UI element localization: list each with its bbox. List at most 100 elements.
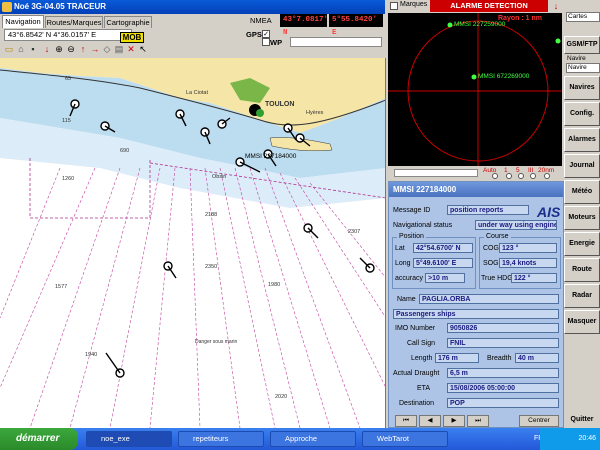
alarm-detection-banner: ALARME DETECTION — [430, 0, 548, 12]
tab-cartographie[interactable]: Cartographie — [104, 16, 152, 28]
app-icon — [2, 2, 12, 12]
first-target-button[interactable]: ⏮ — [395, 415, 417, 427]
hdg-label: True HDG — [481, 275, 513, 282]
tab-navigation[interactable]: Navigation — [2, 15, 44, 28]
next-target-button[interactable]: ▶ — [443, 415, 465, 427]
imo-label: IMO Number — [395, 325, 436, 332]
long-value: 5°49.6100' E — [413, 258, 473, 268]
lat-value: 42°54.6700' N — [413, 243, 473, 253]
prev-target-button[interactable]: ◀ — [419, 415, 441, 427]
depth-65: 65 — [65, 76, 71, 82]
nmea-latitude: 43°7.0817' N — [280, 14, 328, 37]
accuracy-value: >10 m — [425, 273, 465, 283]
taskbar: démarrer noe_exe repetiteurs Approche We… — [0, 428, 600, 450]
gps-label: GPS — [246, 30, 262, 39]
print-icon[interactable]: ▤ — [114, 44, 124, 54]
chart-map[interactable]: La Ciotat TOULON Hyères MMSI 227184000 O… — [0, 58, 386, 428]
system-tray: 20:46 — [540, 428, 600, 450]
long-label: Long — [395, 260, 411, 267]
radio-5nm[interactable] — [518, 173, 524, 179]
message-id-value: position reports — [447, 205, 529, 215]
message-id-label: Message ID — [393, 207, 431, 214]
task-repetiteurs[interactable]: repetiteurs — [178, 431, 264, 447]
eta-label: ETA — [417, 385, 431, 392]
radio-10nm[interactable] — [530, 173, 536, 179]
zoom-in-icon[interactable]: ⊕ — [54, 44, 64, 54]
draught-label: Actual Draught — [393, 370, 440, 377]
cog-label: COG — [483, 245, 499, 252]
journal-button[interactable]: Journal — [564, 154, 600, 178]
breadth-label: Breadth — [487, 355, 512, 362]
moteurs-button[interactable]: Moteurs — [564, 206, 600, 230]
meteo-button[interactable]: Météo — [564, 180, 600, 204]
start-button[interactable]: démarrer — [0, 428, 78, 450]
arrow-up-icon[interactable]: ↑ — [78, 44, 88, 54]
task-noe-exe[interactable]: noe_exe — [86, 431, 172, 447]
pointer-icon[interactable]: ↖ — [138, 44, 148, 54]
map-label-obsin: Obsin — [212, 174, 226, 180]
masquer-button[interactable]: Masquer — [564, 310, 600, 334]
zoom-out-icon[interactable]: ⊖ — [66, 44, 76, 54]
wp-checkbox[interactable] — [262, 38, 270, 46]
task-approche[interactable]: Approche — [270, 431, 356, 447]
depth-2350: 2350 — [205, 264, 217, 270]
clock: 20:46 — [578, 435, 596, 442]
depth-1940: 1940 — [85, 352, 97, 358]
radio-1nm[interactable] — [506, 173, 512, 179]
marques-checkbox[interactable] — [390, 2, 398, 10]
radar-button[interactable]: Radar — [564, 284, 600, 308]
waypoint-field[interactable] — [290, 37, 382, 47]
nav-status-label: Navigational status — [393, 222, 453, 229]
config-button[interactable]: Config. — [564, 102, 600, 126]
radar-controls: Auto 1 5 III 20nm — [388, 166, 562, 180]
energie-button[interactable]: Energie — [564, 232, 600, 256]
last-target-button[interactable]: ⏭ — [467, 415, 489, 427]
folder-icon[interactable]: ▭ — [4, 44, 14, 54]
radar-target-2[interactable]: MMSI 672269000 — [478, 73, 529, 80]
depth-690: 690 — [120, 148, 129, 154]
cursor-position: 43°6.8542' N 4°36.0157' E — [4, 29, 132, 41]
tab-routes-marques[interactable]: Routes/Marques — [45, 16, 103, 28]
center-button[interactable]: Centrer — [519, 415, 559, 427]
navire-field[interactable]: Navire — [566, 63, 600, 73]
map-label-hyeres: Hyères — [306, 110, 324, 116]
mob-button[interactable]: MOB — [120, 32, 144, 43]
lat-label: Lat — [395, 245, 405, 252]
nmea-label: NMEA — [250, 16, 272, 25]
navires-button[interactable]: Navires — [564, 76, 600, 100]
radio-20nm[interactable] — [544, 173, 550, 179]
navire-label: Navire — [567, 55, 586, 62]
cartes-select[interactable]: Cartes — [566, 12, 600, 22]
save-icon[interactable]: ▪ — [28, 44, 38, 54]
eraser-icon[interactable]: ◇ — [102, 44, 112, 54]
task-webtarot[interactable]: WebTarot — [362, 431, 448, 447]
ais-nav-buttons: ⏮ ◀ ▶ ⏭ Centrer — [395, 415, 559, 427]
arrow-right-icon[interactable]: → — [90, 44, 100, 54]
radio-auto[interactable] — [492, 173, 498, 179]
radar-range-slider[interactable] — [394, 169, 478, 177]
gps-checkbox[interactable]: ✓ — [262, 30, 270, 38]
arrow-down-icon[interactable]: ↓ — [42, 44, 52, 54]
alarm-arrow-icon[interactable]: ↓ — [550, 0, 562, 12]
route-button[interactable]: Route — [564, 258, 600, 282]
radar-scope — [388, 13, 562, 166]
nautical-chart: La Ciotat TOULON Hyères MMSI 227184000 O… — [0, 58, 385, 428]
window-title-bar: Noé 3G-04.05 TRACEUR — [0, 0, 385, 14]
alarmes-button[interactable]: Alarmes — [564, 128, 600, 152]
callsign-label: Call Sign — [407, 340, 436, 347]
position-group-label: Position — [397, 233, 426, 240]
open-icon[interactable]: ⌂ — [16, 44, 26, 54]
depth-1980: 1980 — [268, 282, 280, 288]
map-label-la-ciotat: La Ciotat — [186, 90, 208, 96]
depth-115: 115 — [62, 118, 71, 124]
gsm-ftp-button[interactable]: GSM/FTP — [564, 36, 600, 54]
depth-1577: 1577 — [55, 284, 67, 290]
route-icon[interactable]: ✕ — [126, 44, 136, 54]
radar-target-1[interactable]: MMSI 227259000 — [454, 21, 505, 28]
quit-button[interactable]: Quitter — [564, 416, 600, 423]
depth-2020: 2020 — [275, 394, 287, 400]
radar-display[interactable]: Rayon : 1 nm MMSI 227259000 MMSI 6722690… — [388, 13, 562, 166]
hdg-value: 122 ° — [511, 273, 557, 283]
length-label: Length — [411, 355, 433, 362]
map-toolbar: ▭ ⌂ ▪ ↓ ⊕ ⊖ ↑ → ◇ ▤ ✕ ↖ — [0, 43, 240, 57]
